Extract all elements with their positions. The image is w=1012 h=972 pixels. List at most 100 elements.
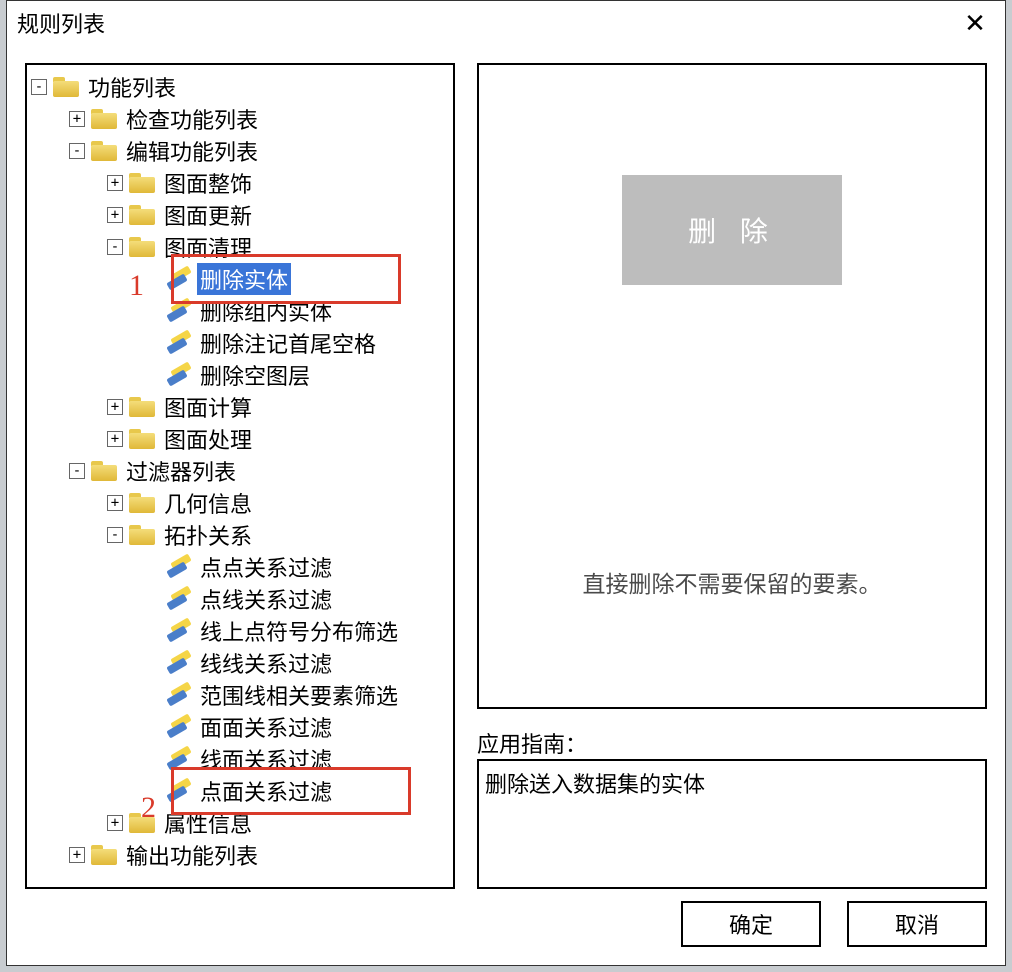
tree-label: 图面清理 (161, 231, 255, 263)
tool-icon (167, 332, 191, 354)
tool-icon (167, 684, 191, 706)
collapse-icon[interactable]: - (69, 143, 85, 159)
guide-text: 删除送入数据集的实体 (477, 759, 987, 889)
tree-label: 图面整饰 (161, 167, 255, 199)
ok-button[interactable]: 确定 (681, 901, 821, 947)
folder-icon (129, 173, 155, 193)
tree-label: 删除组内实体 (197, 295, 335, 327)
tree-label: 图面计算 (161, 391, 255, 423)
tree-node-pp[interactable]: 点点关系过滤 (145, 551, 449, 583)
tree: - 功能列表 + 检查功能列表 (27, 65, 453, 877)
tree-node-refresh[interactable]: + 图面更新 (107, 199, 449, 231)
expand-icon[interactable]: + (107, 399, 123, 415)
tree-label: 范围线相关要素筛选 (197, 679, 401, 711)
tree-node-pa[interactable]: 点面关系过滤 (145, 775, 449, 807)
folder-icon (91, 845, 117, 865)
spacer (145, 367, 161, 383)
folder-icon (129, 813, 155, 833)
tree-node-edit[interactable]: - 编辑功能列表 (69, 135, 449, 167)
tree-node-root[interactable]: - 功能列表 (31, 71, 449, 103)
tool-icon (167, 300, 191, 322)
tree-node-del-anno[interactable]: 删除注记首尾空格 (145, 327, 449, 359)
tree-node-attr[interactable]: + 属性信息 (107, 807, 449, 839)
tree-node-ll[interactable]: 线线关系过滤 (145, 647, 449, 679)
tree-label: 删除空图层 (197, 359, 313, 391)
tree-label: 功能列表 (85, 71, 179, 103)
expand-icon[interactable]: + (69, 847, 85, 863)
expand-icon[interactable]: + (107, 207, 123, 223)
close-icon[interactable]: ✕ (955, 8, 995, 39)
folder-icon (91, 461, 117, 481)
dialog-body: - 功能列表 + 检查功能列表 (7, 45, 1005, 897)
expand-icon[interactable]: + (107, 495, 123, 511)
collapse-icon[interactable]: - (31, 79, 47, 95)
spacer (145, 271, 161, 287)
tree-label-selected: 删除实体 (197, 263, 291, 295)
cancel-button[interactable]: 取消 (847, 901, 987, 947)
delete-button[interactable]: 删 除 (622, 175, 842, 285)
tree-node-geom[interactable]: + 几何信息 (107, 487, 449, 519)
folder-icon (129, 429, 155, 449)
tool-icon (167, 620, 191, 642)
tree-node-pl[interactable]: 点线关系过滤 (145, 583, 449, 615)
tree-label: 图面更新 (161, 199, 255, 231)
tree-node-clean[interactable]: - 图面清理 (107, 231, 449, 263)
tree-label: 线线关系过滤 (197, 647, 335, 679)
collapse-icon[interactable]: - (69, 463, 85, 479)
expand-icon[interactable]: + (69, 111, 85, 127)
collapse-icon[interactable]: - (107, 527, 123, 543)
tree-label: 线上点符号分布筛选 (197, 615, 401, 647)
tree-label: 点面关系过滤 (197, 775, 335, 807)
tree-label: 编辑功能列表 (123, 135, 261, 167)
tree-label: 点点关系过滤 (197, 551, 335, 583)
tree-node-del-group[interactable]: 删除组内实体 (145, 295, 449, 327)
spacer (145, 335, 161, 351)
tree-node-la[interactable]: 线面关系过滤 (145, 743, 449, 775)
folder-icon (129, 397, 155, 417)
tree-label: 属性信息 (161, 807, 255, 839)
tree-node-del-layer[interactable]: 删除空图层 (145, 359, 449, 391)
tree-node-decorate[interactable]: + 图面整饰 (107, 167, 449, 199)
tree-node-process[interactable]: + 图面处理 (107, 423, 449, 455)
tree-node-aa[interactable]: 面面关系过滤 (145, 711, 449, 743)
folder-icon (129, 493, 155, 513)
right-panel: 删 除 直接删除不需要保留的要素。 应用指南： 删除送入数据集的实体 (477, 63, 987, 889)
tree-label: 输出功能列表 (123, 839, 261, 871)
tree-node-filter[interactable]: - 过滤器列表 (69, 455, 449, 487)
folder-icon (129, 205, 155, 225)
tree-label: 删除注记首尾空格 (197, 327, 379, 359)
tool-icon (167, 716, 191, 738)
tree-node-topo[interactable]: - 拓扑关系 (107, 519, 449, 551)
tree-label: 拓扑关系 (161, 519, 255, 551)
tree-label: 图面处理 (161, 423, 255, 455)
tree-panel: - 功能列表 + 检查功能列表 (25, 63, 455, 889)
expand-icon[interactable]: + (107, 175, 123, 191)
tree-label: 面面关系过滤 (197, 711, 335, 743)
tool-icon (167, 268, 191, 290)
preview-description: 直接删除不需要保留的要素。 (583, 565, 882, 599)
tree-node-lsym[interactable]: 线上点符号分布筛选 (145, 615, 449, 647)
tool-icon (167, 748, 191, 770)
tree-label: 点线关系过滤 (197, 583, 335, 615)
folder-icon (91, 109, 117, 129)
collapse-icon[interactable]: - (107, 239, 123, 255)
tree-node-check[interactable]: + 检查功能列表 (69, 103, 449, 135)
tree-label: 过滤器列表 (123, 455, 239, 487)
preview-box: 删 除 直接删除不需要保留的要素。 (477, 63, 987, 709)
folder-icon (91, 141, 117, 161)
folder-icon (129, 525, 155, 545)
tool-icon (167, 652, 191, 674)
tree-node-range[interactable]: 范围线相关要素筛选 (145, 679, 449, 711)
dialog-footer: 确定 取消 (7, 897, 1005, 965)
expand-icon[interactable]: + (107, 431, 123, 447)
tree-node-del-entity[interactable]: 删除实体 (145, 263, 449, 295)
tree-label: 几何信息 (161, 487, 255, 519)
tree-node-output[interactable]: + 输出功能列表 (69, 839, 449, 871)
titlebar: 规则列表 ✕ (7, 1, 1005, 45)
window-title: 规则列表 (17, 7, 955, 39)
tree-node-calc[interactable]: + 图面计算 (107, 391, 449, 423)
guide-label: 应用指南： (477, 727, 987, 759)
tool-icon (167, 556, 191, 578)
expand-icon[interactable]: + (107, 815, 123, 831)
spacer (145, 303, 161, 319)
